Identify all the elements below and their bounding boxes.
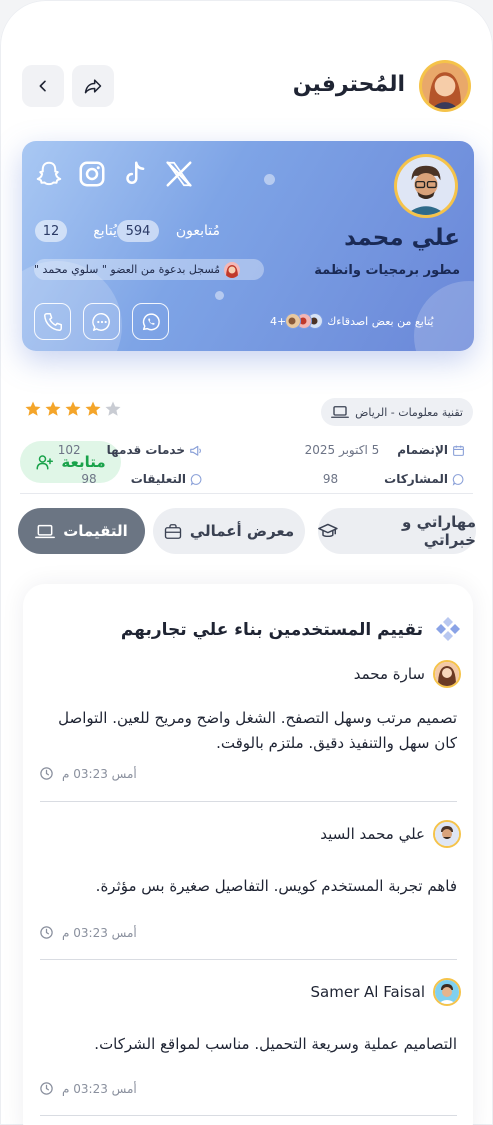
review-time: أمس 03:23 م — [39, 925, 137, 940]
mutual-friends-avatars — [285, 313, 324, 329]
clock-icon — [40, 1082, 53, 1095]
comment-icon — [452, 473, 464, 486]
instagram-icon[interactable] — [77, 159, 107, 189]
star-filled-icon — [45, 401, 61, 416]
profile-card: علي محمد مطور برمجيات وانظمة مُتابعون 59… — [22, 141, 474, 351]
profile-name: علي محمد — [344, 225, 460, 251]
mutual-friends-text: يُتابع من بعض اصدقاءك — [327, 314, 434, 328]
joined-value: 5 اكتوبر 2025 — [304, 443, 380, 457]
location-badge: تقنية معلومات - الرياض — [321, 398, 473, 426]
calendar-icon — [453, 445, 464, 456]
review-author-name: سارة محمد — [353, 665, 425, 683]
review-divider — [40, 1115, 457, 1116]
review-time-text: أمس 03:23 م — [62, 925, 137, 940]
divider — [20, 493, 473, 494]
followers-count[interactable]: 594 — [117, 220, 159, 242]
star-filled-icon — [25, 401, 41, 416]
posts-info: المشاركات 98 — [323, 472, 465, 486]
review-time-text: أمس 03:23 م — [62, 1081, 137, 1096]
review-text: التصاميم عملية وسريعة التحميل. مناسب لمو… — [94, 1035, 457, 1053]
reviews-panel: تقييم المستخدمين بناء علي تجاربهم سارة م… — [23, 584, 473, 1125]
mutual-friends-more: 4+ — [270, 314, 287, 328]
following-label: يُتابع — [93, 223, 117, 239]
review-divider — [40, 959, 457, 960]
avatar-image — [422, 63, 468, 109]
user-avatar[interactable] — [419, 60, 471, 112]
rating-stars — [24, 400, 122, 418]
tab-portfolio-label: معرض أعمالي — [189, 522, 295, 540]
profile-avatar — [394, 154, 458, 218]
message-button[interactable] — [83, 303, 120, 340]
invite-badge: مُسجل بدعوة من العضو " سلوي محمد " — [34, 259, 264, 280]
comment-icon — [190, 473, 202, 486]
posts-label: المشاركات — [384, 472, 448, 486]
review-author-name: Samer Al Faisal — [310, 983, 425, 1001]
share-icon — [84, 79, 102, 94]
briefcase-icon — [164, 523, 181, 539]
star-filled-icon — [65, 401, 81, 416]
star-filled-icon — [85, 401, 101, 416]
tiktok-icon[interactable] — [120, 159, 150, 189]
review-divider — [40, 801, 457, 802]
review-author: علي محمد السيد — [320, 820, 461, 848]
tab-reviews-label: التقيمات — [63, 522, 128, 540]
comments-value: 98 — [81, 472, 97, 486]
message-icon — [91, 312, 110, 331]
review-avatar — [433, 660, 461, 688]
review-author-name: علي محمد السيد — [320, 825, 425, 843]
posts-value: 98 — [322, 472, 339, 486]
mutual-friends[interactable]: يُتابع من بعض اصدقاءك 4+ — [270, 313, 434, 329]
clock-icon — [40, 767, 53, 780]
profile-avatar-image — [397, 157, 455, 215]
tab-skills[interactable]: مهاراتي و خبراتي — [318, 508, 476, 554]
snapchat-icon[interactable] — [34, 159, 64, 189]
review-avatar — [433, 978, 461, 1006]
chevron-left-icon — [39, 80, 46, 92]
add-user-icon — [36, 455, 54, 470]
inviter-avatar — [224, 261, 241, 278]
x-icon[interactable] — [164, 159, 194, 189]
review-time: أمس 03:23 م — [39, 766, 137, 781]
back-button[interactable] — [22, 65, 64, 107]
reviews-title: تقييم المستخدمين بناء علي تجاربهم — [120, 620, 423, 640]
invite-text: مُسجل بدعوة من العضو " سلوي محمد " — [34, 263, 221, 276]
page-title: المُحترفين — [292, 72, 405, 97]
comments-info: التعليقات 98 — [81, 472, 203, 486]
joined-label: الإنضمام — [397, 443, 448, 457]
star-empty-icon — [105, 401, 121, 416]
review-time-text: أمس 03:23 م — [62, 766, 137, 781]
comments-label: التعليقات — [130, 472, 186, 486]
tab-portfolio[interactable]: معرض أعمالي — [153, 508, 305, 554]
review-avatar — [433, 820, 461, 848]
review-text: تصميم مرتب وسهل التصفح. الشغل واضح ومريح… — [58, 709, 457, 752]
review-author: Samer Al Faisal — [311, 978, 461, 1006]
services-info: خدمات قدمها 102 — [58, 443, 203, 457]
phone-button[interactable] — [34, 303, 71, 340]
share-button[interactable] — [72, 65, 114, 107]
whatsapp-button[interactable] — [132, 303, 169, 340]
graduation-cap-icon — [318, 523, 338, 538]
phone-screen: المُحترفين علي محمد مطور برمجيات وانظمة … — [0, 0, 493, 1125]
review-text: فاهم تجربة المستخدم كويس. التفاصيل صغيرة… — [95, 877, 457, 895]
laptop-icon — [331, 406, 349, 418]
following-count[interactable]: 12 — [35, 220, 67, 242]
services-label: خدمات قدمها — [106, 443, 185, 457]
laptop-icon — [35, 524, 56, 538]
phone-icon — [43, 312, 62, 331]
reviews-section-icon — [436, 617, 460, 641]
review-author: سارة محمد — [354, 660, 461, 688]
tab-skills-label: مهاراتي و خبراتي — [402, 513, 476, 549]
megaphone-icon — [190, 445, 201, 456]
followers-label: مُتابعون — [175, 223, 220, 239]
whatsapp-icon — [142, 312, 160, 330]
profile-role: مطور برمجيات وانظمة — [314, 263, 460, 278]
review-time: أمس 03:23 م — [39, 1081, 137, 1096]
services-value: 102 — [57, 443, 81, 457]
clock-icon — [40, 926, 53, 939]
joined-info: الإنضمام 5 اكتوبر 2025 — [305, 443, 465, 457]
tab-reviews[interactable]: التقيمات — [18, 508, 145, 554]
location-text: تقنية معلومات - الرياض — [355, 405, 463, 419]
